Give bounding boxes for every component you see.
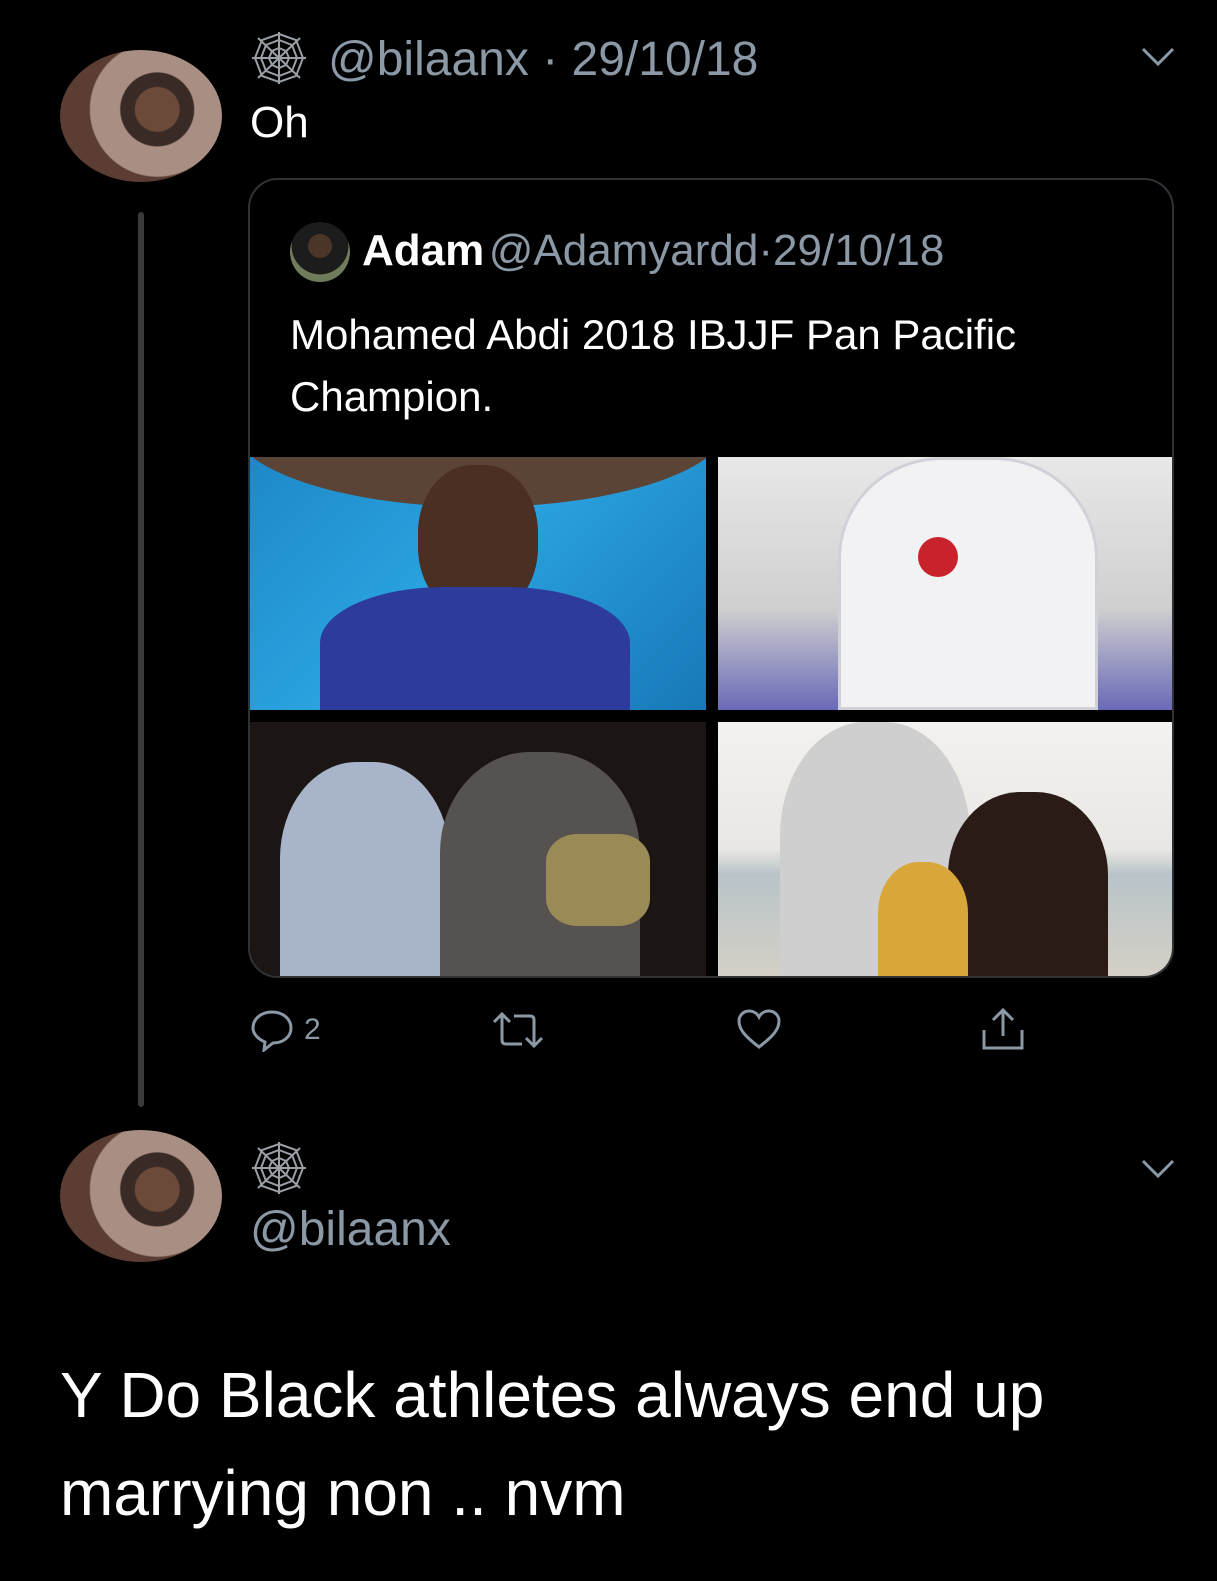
meta-separator: ·: [542, 33, 559, 86]
mother: [948, 792, 1108, 976]
photo-medal[interactable]: [250, 457, 706, 710]
heart-icon: [737, 1009, 781, 1049]
quoted-tweet[interactable]: Adam @Adamyardd·29/10/18 Mohamed Abdi 20…: [248, 178, 1174, 978]
share-button[interactable]: [980, 1006, 1026, 1052]
championship-belt: [546, 834, 650, 926]
tweet-handle[interactable]: @bilaanx: [328, 33, 529, 86]
quoted-text-line1: Mohamed Abdi 2018 IBJJF Pan Pacific: [290, 311, 1017, 358]
photo-belt[interactable]: [250, 722, 706, 976]
tweet-meta: @bilaanx · 29/10/18: [328, 32, 758, 87]
quoted-date: 29/10/18: [773, 226, 945, 275]
meta-separator: ·: [758, 226, 774, 275]
spiderweb-icon: [250, 30, 308, 86]
avatar[interactable]: [60, 1130, 222, 1262]
photo-family[interactable]: [718, 722, 1172, 976]
reply-icon: [251, 1010, 293, 1052]
man-left: [280, 762, 450, 976]
quoted-name[interactable]: Adam: [362, 226, 484, 275]
athlete-gi: [320, 587, 630, 710]
photo-training[interactable]: [718, 457, 1172, 710]
tweet-text: Oh: [250, 98, 309, 147]
quoted-text: Mohamed Abdi 2018 IBJJF Pan Pacific Cham…: [290, 304, 1140, 428]
retweet-button[interactable]: [490, 1010, 546, 1050]
training-figure: [838, 457, 1098, 710]
tweet-text-line1: Y Do Black athletes always end up: [60, 1359, 1045, 1431]
reply-button[interactable]: 2: [250, 1008, 321, 1052]
share-icon: [982, 1007, 1024, 1050]
tweet-date[interactable]: 29/10/18: [572, 33, 759, 86]
tweet-text: Y Do Black athletes always end up marryi…: [60, 1346, 1180, 1542]
baby: [878, 862, 968, 976]
training-patch: [918, 537, 958, 577]
tweet-text-line2: marrying non .. nvm: [60, 1457, 626, 1529]
like-button[interactable]: [736, 1008, 782, 1050]
avatar[interactable]: [60, 50, 222, 182]
chevron-down-icon[interactable]: [1140, 44, 1176, 70]
reply-count: 2: [304, 1013, 321, 1046]
chevron-down-icon[interactable]: [1140, 1156, 1176, 1182]
retweet-icon: [492, 1011, 544, 1049]
spiderweb-icon: [250, 1140, 308, 1196]
tweet-handle[interactable]: @bilaanx: [250, 1202, 451, 1257]
quoted-avatar: [290, 222, 350, 282]
quoted-handle[interactable]: @Adamyardd: [489, 226, 759, 275]
quoted-header: Adam @Adamyardd·29/10/18: [362, 226, 944, 276]
thread-line: [138, 212, 144, 1107]
quoted-text-line2: Champion.: [290, 373, 494, 420]
